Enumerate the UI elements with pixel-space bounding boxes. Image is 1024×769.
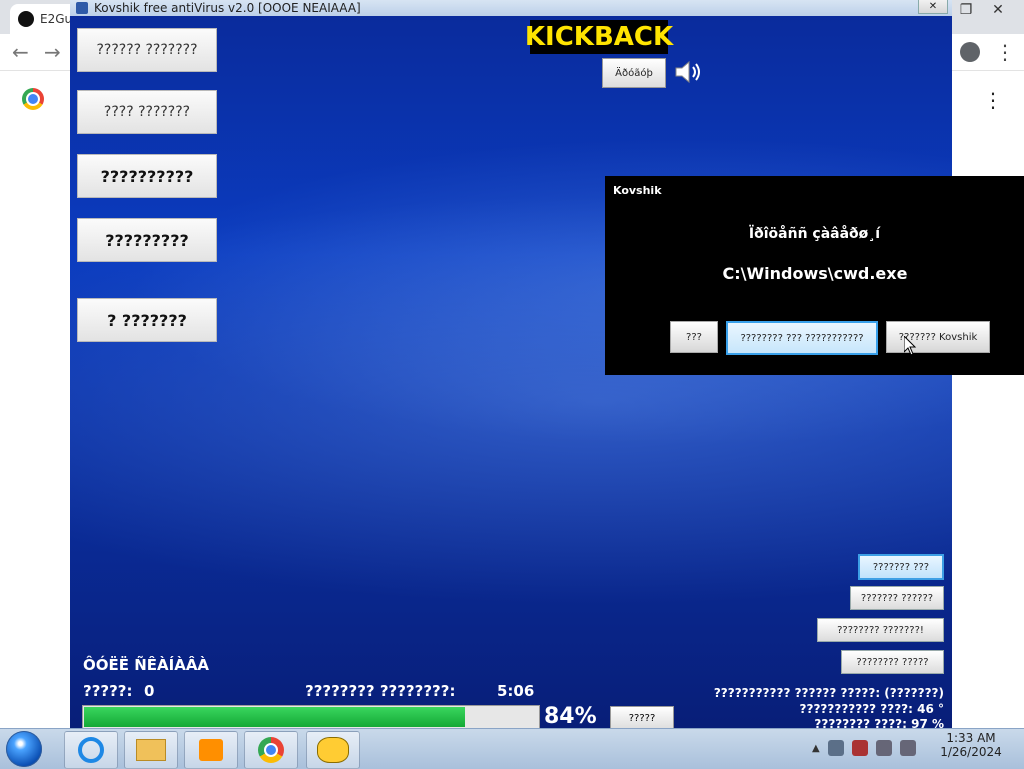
forward-icon[interactable]: → — [44, 40, 61, 64]
profile-icon[interactable] — [960, 42, 980, 62]
dialog-title: Kovshik — [613, 184, 662, 197]
start-button[interactable] — [6, 731, 42, 767]
right-button-1[interactable]: ??????? ??? — [858, 554, 944, 580]
taskbar-kovshik[interactable] — [306, 731, 360, 769]
browser-tab-label: E2Gu — [40, 12, 73, 26]
right-button-3[interactable]: ???????? ???????! — [817, 618, 944, 642]
scan-progress-fill — [84, 707, 466, 727]
tray-flag-icon[interactable] — [851, 740, 868, 756]
app-icon — [76, 2, 88, 14]
more-menu-icon[interactable]: ⋮ — [995, 40, 1015, 64]
stat-line-1: ??????????? ?????? ?????: (???????) — [713, 686, 944, 700]
time-value: 5:06 — [497, 682, 535, 700]
right-button-4[interactable]: ???????? ????? — [841, 650, 944, 674]
menu-button-2[interactable]: ???? ??????? — [77, 90, 217, 134]
github-icon — [18, 11, 34, 27]
media-player-icon — [199, 739, 223, 761]
taskbar-chrome[interactable] — [244, 731, 298, 769]
tray-network-icon[interactable] — [875, 740, 892, 756]
close-icon[interactable]: ✕ — [982, 0, 1014, 20]
dialog-button-3[interactable]: ??????? Kovshik — [886, 321, 990, 353]
app-title: Kovshik free antiVirus v2.0 [OOOE NEAIAA… — [94, 1, 361, 15]
tray-volume-muted-icon[interactable] — [899, 740, 916, 756]
app-close-button[interactable]: ✕ — [918, 0, 948, 14]
time-label: ???????? ????????: — [305, 682, 456, 700]
dialog-message: Ïðîöåññ çàâåðø¸í — [748, 226, 881, 242]
menu-button-5[interactable]: ? ??????? — [77, 298, 217, 342]
menu-button-1[interactable]: ?????? ??????? — [77, 28, 217, 72]
menu-button-3[interactable]: ?????????? — [77, 154, 217, 198]
kickback-banner: KICKBACK — [524, 20, 674, 54]
dialog-path: C:\Windows\cwd.exe — [722, 264, 908, 283]
top-button[interactable]: Äðóãóþ — [602, 58, 666, 88]
tray-app-icon[interactable] — [827, 740, 844, 756]
progress-percent: 84% — [544, 704, 597, 728]
tray-expand-icon[interactable]: ▲ — [812, 743, 820, 754]
scan-progress-bar — [82, 705, 540, 728]
dialog-button-2[interactable]: ???????? ??? ??????????? — [726, 321, 878, 355]
taskbar-media-player[interactable] — [184, 731, 238, 769]
clock-date: 1/26/2024 — [940, 745, 1002, 759]
taskbar-clock[interactable]: 1:33 AM 1/26/2024 — [936, 731, 1006, 759]
stat-line-2: ??????????? ????: 46 ° — [799, 702, 944, 716]
system-tray: ▲ — [812, 740, 916, 756]
page-more-icon[interactable]: ⋮ — [983, 88, 1003, 112]
scan-status-title: ÔÓËË ÑÊÀÍÀÂÀ — [83, 656, 210, 674]
restore-icon[interactable]: ❐ — [950, 0, 982, 20]
back-icon[interactable]: ← — [12, 40, 29, 64]
dialog-button-1[interactable]: ??? — [670, 321, 718, 353]
app-titlebar: Kovshik free antiVirus v2.0 [OOOE NEAIAA… — [70, 0, 952, 16]
progress-side-button[interactable]: ????? — [610, 706, 674, 728]
speaker-icon[interactable] — [674, 58, 706, 86]
files-value: 0 — [144, 682, 155, 700]
internet-explorer-icon — [78, 737, 104, 763]
chrome-icon — [258, 737, 284, 763]
clock-time: 1:33 AM — [946, 731, 996, 745]
kovshik-app-icon — [317, 737, 349, 763]
taskbar-explorer[interactable] — [124, 731, 178, 769]
mouse-cursor-icon — [904, 336, 917, 356]
chrome-logo-icon — [22, 88, 44, 110]
right-button-2[interactable]: ??????? ?????? — [850, 586, 944, 610]
folder-icon — [136, 739, 166, 761]
menu-button-4[interactable]: ????????? — [77, 218, 217, 262]
kovshik-dialog: Kovshik Ïðîöåññ çàâåðø¸í C:\Windows\cwd.… — [605, 176, 1024, 375]
taskbar-ie[interactable] — [64, 731, 118, 769]
stat-line-3: ???????? ????: 97 % — [814, 717, 944, 728]
files-label: ?????: — [83, 682, 133, 700]
